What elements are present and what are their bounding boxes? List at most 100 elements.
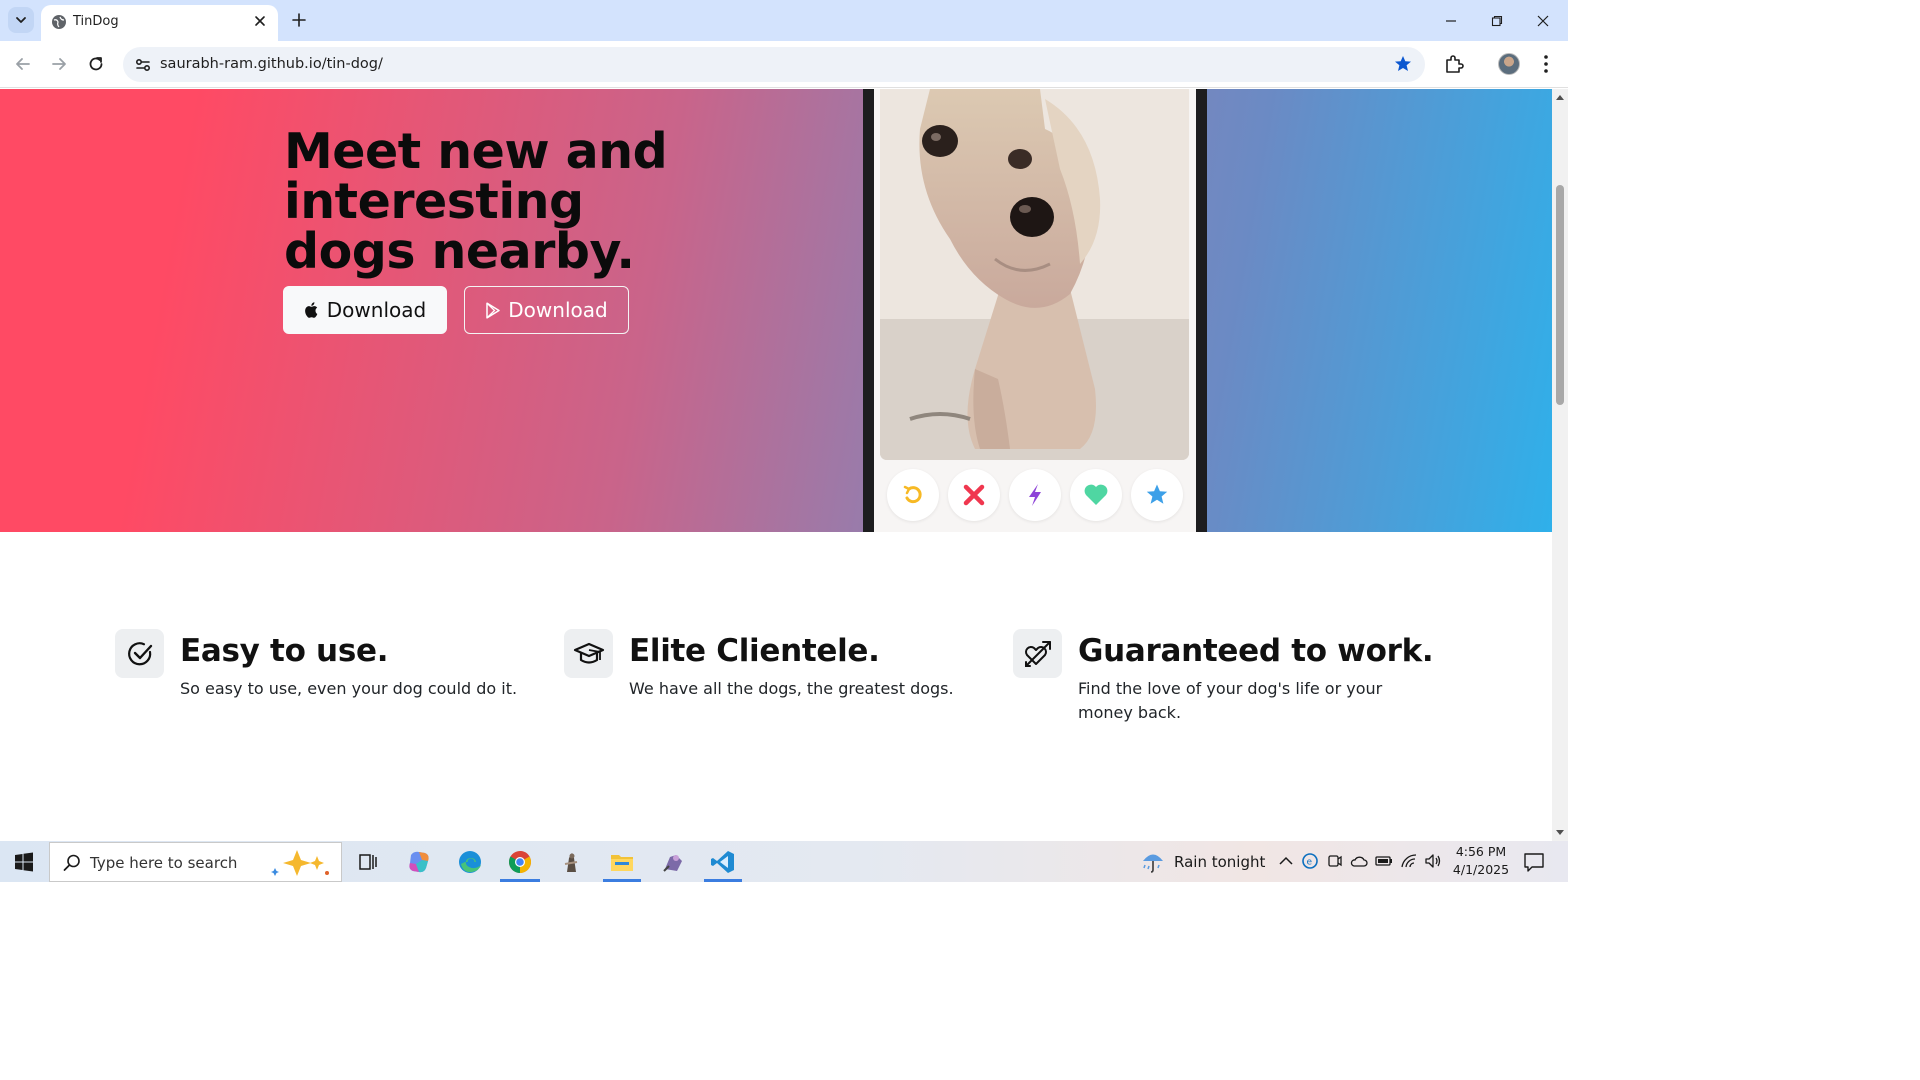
check-circle-icon <box>127 641 152 665</box>
tray-battery[interactable] <box>1374 851 1394 871</box>
arrow-right-icon <box>52 58 66 70</box>
taskbar-clock[interactable]: 4:56 PM 4/1/2025 <box>1448 843 1514 879</box>
like-button[interactable] <box>1070 469 1122 521</box>
heart-icon <box>1084 484 1108 505</box>
feature-title: Guaranteed to work. <box>1078 633 1434 669</box>
taskbar-file-explorer[interactable] <box>597 841 647 882</box>
back-button[interactable] <box>12 53 34 75</box>
svg-text:e: e <box>1307 858 1313 868</box>
browser-tab[interactable]: TinDog <box>41 5 278 41</box>
nope-button[interactable] <box>948 469 1000 521</box>
vscode-icon <box>711 850 734 873</box>
edge-icon <box>459 850 481 873</box>
graduation-cap-icon <box>573 642 604 664</box>
app-store-download-button[interactable]: Download <box>283 286 447 334</box>
dog-illustration <box>880 89 1189 460</box>
plus-icon[interactable] <box>289 10 309 30</box>
windows-start-icon[interactable] <box>14 852 34 872</box>
scrollbar-thumb[interactable] <box>1556 185 1564 405</box>
google-play-download-button[interactable]: Download <box>464 286 629 334</box>
minimize-button[interactable] <box>1428 0 1474 41</box>
notification-icon[interactable] <box>1523 851 1545 873</box>
site-info-icon[interactable] <box>133 55 153 75</box>
taskbar-edge[interactable] <box>445 841 495 882</box>
close-icon[interactable] <box>252 13 268 29</box>
phone-mockup <box>863 89 1207 532</box>
forward-button[interactable] <box>48 53 70 75</box>
chrome-icon <box>509 850 531 873</box>
taskbar-app-2[interactable] <box>648 841 698 882</box>
hero-title: Meet new and interesting dogs nearby. <box>284 123 668 280</box>
weather-widget[interactable]: Rain tonight <box>1140 850 1265 874</box>
tray-network[interactable] <box>1399 851 1419 871</box>
speaker-icon <box>1425 854 1441 868</box>
feature-icon-box <box>115 629 164 678</box>
tray-volume[interactable] <box>1423 851 1443 871</box>
more-menu-icon[interactable] <box>1536 53 1556 75</box>
bolt-icon <box>1029 484 1041 506</box>
restore-button[interactable] <box>1474 0 1520 41</box>
dog-photo <box>880 89 1189 460</box>
app-icon-2 <box>663 854 682 872</box>
wifi-icon <box>1401 854 1417 868</box>
phone-screen <box>874 89 1196 532</box>
scroll-down-arrow-icon[interactable] <box>1555 829 1565 837</box>
taskbar-chrome[interactable] <box>495 841 545 882</box>
task-view-button[interactable] <box>343 841 393 882</box>
chevron-up-icon <box>1279 856 1293 865</box>
address-bar[interactable]: saurabh-ram.github.io/tin-dog/ <box>123 47 1425 82</box>
clock-date: 4/1/2025 <box>1452 862 1510 877</box>
page-scrollbar[interactable] <box>1552 89 1568 841</box>
tray-edge-app[interactable]: e <box>1300 851 1320 871</box>
chevron-down-icon <box>16 17 26 23</box>
taskbar-app[interactable] <box>546 841 596 882</box>
clock-time: 4:56 PM <box>1455 844 1507 859</box>
restore-icon <box>1491 15 1503 26</box>
sparkle-icon <box>271 850 329 876</box>
heart-arrow-icon <box>1024 640 1051 667</box>
search-icon <box>63 854 80 871</box>
page-viewport: Meet new and interesting dogs nearby. Do… <box>0 89 1552 841</box>
bookmark-star-icon[interactable] <box>1393 54 1413 74</box>
tab-title: TinDog <box>73 14 119 29</box>
close-window-button[interactable] <box>1520 0 1566 41</box>
tray-onedrive[interactable] <box>1349 851 1369 871</box>
boost-button[interactable] <box>1009 469 1061 521</box>
tab-search-button[interactable] <box>8 7 34 33</box>
globe-icon <box>52 15 66 29</box>
arrow-left-icon <box>16 58 30 70</box>
feature-description: Find the love of your dog's life or your… <box>1078 679 1383 722</box>
copilot-icon <box>409 851 429 872</box>
profile-avatar[interactable] <box>1498 53 1520 75</box>
app-icon <box>564 852 578 872</box>
feature-title: Easy to use. <box>180 633 389 669</box>
search-placeholder: Type here to search <box>90 854 238 872</box>
url-text[interactable]: saurabh-ram.github.io/tin-dog/ <box>160 56 383 72</box>
extensions-icon[interactable] <box>1443 53 1465 75</box>
close-icon <box>1537 15 1549 26</box>
reload-button[interactable] <box>85 53 107 75</box>
undo-button[interactable] <box>887 469 939 521</box>
reload-icon <box>89 57 103 71</box>
star-icon <box>1146 484 1168 504</box>
google-play-icon <box>486 301 501 319</box>
scroll-up-arrow-icon[interactable] <box>1555 93 1565 101</box>
taskbar-search-box[interactable]: Type here to search <box>49 842 342 882</box>
show-hidden-icons[interactable] <box>1276 851 1296 871</box>
taskbar-vscode[interactable] <box>698 841 748 882</box>
feature-title: Elite Clientele. <box>629 633 880 669</box>
undo-icon <box>903 485 922 504</box>
file-explorer-icon <box>611 854 633 871</box>
minimize-icon <box>1446 19 1456 22</box>
battery-icon <box>1375 856 1392 866</box>
weather-text: Rain tonight <box>1174 853 1266 871</box>
app-store-download-label: Download <box>326 298 427 322</box>
camera-icon <box>1328 855 1342 867</box>
feature-description: We have all the dogs, the greatest dogs. <box>629 679 954 698</box>
taskbar-copilot[interactable] <box>394 841 444 882</box>
super-like-button[interactable] <box>1131 469 1183 521</box>
phone-action-bar <box>874 469 1196 523</box>
edge-tray-icon: e <box>1302 853 1318 869</box>
google-play-download-label: Download <box>508 298 608 322</box>
tray-meet[interactable] <box>1325 851 1345 871</box>
